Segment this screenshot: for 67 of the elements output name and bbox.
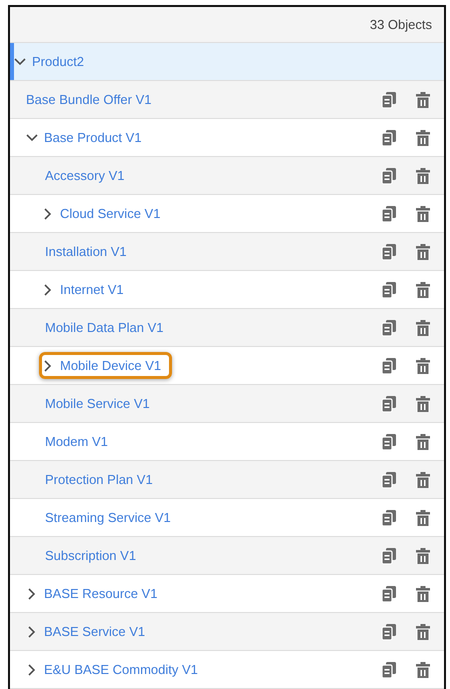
node-label[interactable]: Base Product V1 — [44, 130, 142, 145]
trash-icon[interactable] — [416, 662, 430, 678]
node-label[interactable]: BASE Service V1 — [44, 624, 146, 639]
tree-row[interactable]: Mobile Data Plan V1 — [10, 309, 444, 347]
chevron-right-icon[interactable] — [28, 588, 36, 600]
copy-icon[interactable] — [382, 586, 396, 602]
trash-icon[interactable] — [416, 358, 430, 374]
copy-icon[interactable] — [382, 624, 396, 640]
node-label[interactable]: Cloud Service V1 — [60, 206, 160, 221]
chevron-right-icon[interactable] — [28, 664, 36, 676]
object-count: 33 Objects — [370, 17, 432, 32]
copy-icon[interactable] — [382, 358, 396, 374]
copy-icon[interactable] — [382, 548, 396, 564]
copy-icon[interactable] — [382, 510, 396, 526]
trash-icon[interactable] — [416, 168, 430, 184]
trash-icon[interactable] — [416, 92, 430, 108]
node-label[interactable]: Accessory V1 — [45, 168, 124, 183]
copy-icon[interactable] — [382, 168, 396, 184]
trash-icon[interactable] — [416, 510, 430, 526]
tree-row[interactable]: Protection Plan V1 — [10, 461, 444, 499]
trash-icon[interactable] — [416, 396, 430, 412]
node-label[interactable]: Installation V1 — [45, 244, 127, 259]
tree-row[interactable]: BASE Service V1 — [10, 613, 444, 651]
chevron-right-icon[interactable] — [28, 626, 36, 638]
node-label[interactable]: Modem V1 — [45, 434, 108, 449]
trash-icon[interactable] — [416, 472, 430, 488]
trash-icon[interactable] — [416, 586, 430, 602]
node-label[interactable]: Subscription V1 — [45, 548, 136, 563]
node-label[interactable]: E&U BASE Commodity V1 — [44, 662, 198, 677]
tree-row[interactable]: Mobile Service V1 — [10, 385, 444, 423]
tree-row[interactable]: Subscription V1 — [10, 537, 444, 575]
node-label[interactable]: Protection Plan V1 — [45, 472, 153, 487]
trash-icon[interactable] — [416, 548, 430, 564]
trash-icon[interactable] — [416, 244, 430, 260]
trash-icon[interactable] — [416, 624, 430, 640]
trash-icon[interactable] — [416, 434, 430, 450]
node-label[interactable]: Mobile Service V1 — [45, 396, 150, 411]
chevron-down-icon[interactable] — [26, 134, 38, 142]
copy-icon[interactable] — [382, 130, 396, 146]
copy-icon[interactable] — [382, 472, 396, 488]
chevron-down-icon[interactable] — [14, 58, 26, 66]
trash-icon[interactable] — [416, 206, 430, 222]
chevron-right-icon[interactable] — [44, 208, 52, 220]
trash-icon[interactable] — [416, 130, 430, 146]
chevron-right-icon[interactable] — [44, 284, 52, 296]
copy-icon[interactable] — [382, 92, 396, 108]
node-label[interactable]: BASE Resource V1 — [44, 586, 158, 601]
node-label[interactable]: Product2 — [32, 54, 84, 69]
node-label[interactable]: Streaming Service V1 — [45, 510, 171, 525]
node-label[interactable]: Mobile Data Plan V1 — [45, 320, 164, 335]
tree-row[interactable]: Product2 — [10, 43, 444, 81]
node-label[interactable]: Internet V1 — [60, 282, 124, 297]
tree-row[interactable]: Base Bundle Offer V1 — [10, 81, 444, 119]
copy-icon[interactable] — [382, 662, 396, 678]
tree-row[interactable]: Accessory V1 — [10, 157, 444, 195]
copy-icon[interactable] — [382, 434, 396, 450]
copy-icon[interactable] — [382, 396, 396, 412]
copy-icon[interactable] — [382, 206, 396, 222]
copy-icon[interactable] — [382, 320, 396, 336]
trash-icon[interactable] — [416, 282, 430, 298]
tree-row[interactable]: Installation V1 — [10, 233, 444, 271]
chevron-right-icon[interactable] — [44, 360, 52, 372]
node-label[interactable]: Mobile Device V1 — [60, 358, 162, 373]
node-label[interactable]: Base Bundle Offer V1 — [26, 92, 152, 107]
copy-icon[interactable] — [382, 282, 396, 298]
trash-icon[interactable] — [416, 320, 430, 336]
copy-icon[interactable] — [382, 244, 396, 260]
